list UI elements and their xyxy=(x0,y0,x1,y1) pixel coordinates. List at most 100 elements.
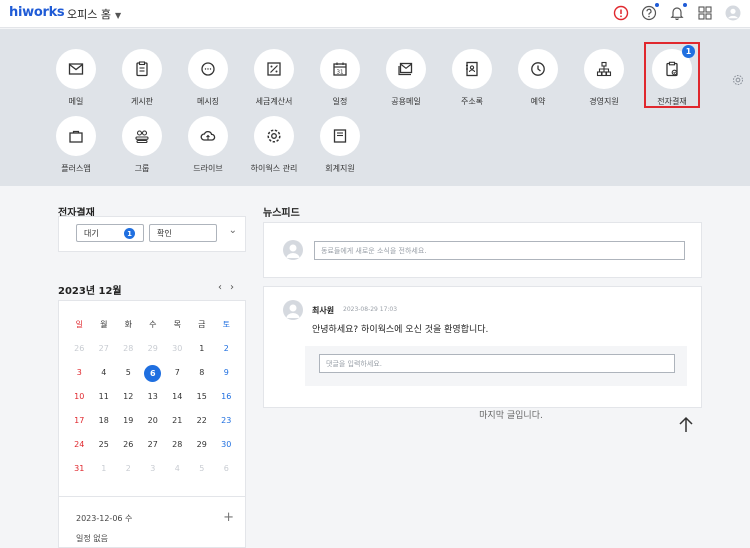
calendar-day[interactable]: 29 xyxy=(190,437,215,453)
confirm-button[interactable]: 확인 xyxy=(149,224,217,242)
calendar-day-number: 17 xyxy=(74,416,85,425)
calendar-day[interactable]: 4 xyxy=(92,365,117,381)
calendar-day[interactable]: 25 xyxy=(92,437,117,453)
bell-icon[interactable] xyxy=(668,3,687,22)
comment-area: 댓글을 입력하세요. xyxy=(305,346,687,386)
weekday-sat: 토 xyxy=(222,320,230,329)
calendar-day[interactable]: 18 xyxy=(92,413,117,429)
user-icon[interactable] xyxy=(724,4,742,22)
address-book-icon xyxy=(452,49,492,89)
calendar-day[interactable]: 9 xyxy=(214,365,239,381)
calendar-day[interactable]: 24 xyxy=(67,437,92,453)
calendar-day-number: 2 xyxy=(125,464,131,473)
chevron-down-icon[interactable]: ⌄ xyxy=(229,225,237,236)
hiworks-logo[interactable]: hiworks xyxy=(9,5,65,20)
settings-gear-icon[interactable] xyxy=(732,74,744,86)
calendar-day[interactable]: 27 xyxy=(92,341,117,357)
calendar-day[interactable]: 27 xyxy=(141,437,166,453)
calendar-day[interactable]: 6 xyxy=(214,461,239,477)
app-plus-app[interactable]: 플러스앱 xyxy=(43,116,109,174)
post-text: 안녕하세요? 하이웍스에 오신 것을 환영합니다. xyxy=(312,325,489,335)
calendar-day[interactable]: 7 xyxy=(165,365,190,381)
app-address-book[interactable]: 주소록 xyxy=(439,49,505,107)
calendar-day[interactable]: 30 xyxy=(165,341,190,357)
app-shared-mail[interactable]: 공용메일 xyxy=(373,49,439,107)
no-schedule-text: 일정 없음 xyxy=(76,534,108,543)
calendar-day-number: 4 xyxy=(101,368,107,377)
calendar-day[interactable]: 30 xyxy=(214,437,239,453)
app-messaging[interactable]: 메시징 xyxy=(175,49,241,107)
prev-month-icon[interactable]: ‹ xyxy=(218,282,230,293)
calendar-day[interactable]: 17 xyxy=(67,413,92,429)
calendar-week-row: 3 4 5 6 7 8 9 xyxy=(67,365,239,382)
calendar-day[interactable]: 3 xyxy=(67,365,92,381)
calendar-day-number: 27 xyxy=(98,344,109,353)
calendar-day[interactable]: 3 xyxy=(141,461,166,477)
calendar-day[interactable]: 13 xyxy=(141,389,166,405)
app-management-support[interactable]: 경영지원 xyxy=(571,49,637,107)
calendar-day-number: 2 xyxy=(223,344,229,353)
add-schedule-icon[interactable]: + xyxy=(223,510,234,525)
calendar-week-row: 31 1 2 3 4 5 6 xyxy=(67,461,239,477)
app-label: 그룹 xyxy=(134,164,150,173)
calendar-day[interactable]: 6 xyxy=(141,365,166,382)
calendar-day[interactable]: 2 xyxy=(214,341,239,357)
comment-input[interactable]: 댓글을 입력하세요. xyxy=(319,354,675,373)
app-accounting-support[interactable]: 회계지원 xyxy=(307,116,373,174)
calendar-day[interactable]: 21 xyxy=(165,413,190,429)
app-drive[interactable]: 드라이브 xyxy=(175,116,241,174)
calendar-day[interactable]: 31 xyxy=(67,461,92,477)
calendar-day-number: 28 xyxy=(123,344,134,353)
group-icon xyxy=(122,116,162,156)
app-label: 세금계산서 xyxy=(255,97,293,106)
cloud-icon xyxy=(188,116,228,156)
app-reservation[interactable]: 예약 xyxy=(505,49,571,107)
calendar-day[interactable]: 23 xyxy=(214,413,239,429)
pending-count-badge: 1 xyxy=(124,228,135,239)
calendar-day[interactable]: 10 xyxy=(67,389,92,405)
post-author[interactable]: 최사원 xyxy=(312,305,334,316)
calendar-day[interactable]: 16 xyxy=(214,389,239,405)
calendar-day[interactable]: 1 xyxy=(190,341,215,357)
app-group[interactable]: 그룹 xyxy=(109,116,175,174)
app-schedule[interactable]: 31 일정 xyxy=(307,49,373,107)
next-month-icon[interactable]: › xyxy=(230,282,242,293)
app-board[interactable]: 게시판 xyxy=(109,49,175,107)
calendar-day-number: 9 xyxy=(223,368,229,377)
alert-icon[interactable] xyxy=(612,4,630,22)
app-label: 주소록 xyxy=(460,97,484,106)
calendar-day-number: 20 xyxy=(147,416,158,425)
calendar-day[interactable]: 8 xyxy=(190,365,215,381)
calendar-day[interactable]: 2 xyxy=(116,461,141,477)
app-tax-invoice[interactable]: 세금계산서 xyxy=(241,49,307,107)
avatar xyxy=(283,240,303,260)
calendar-day[interactable]: 11 xyxy=(92,389,117,405)
calendar-day-number: 1 xyxy=(101,464,107,473)
calendar-day[interactable]: 26 xyxy=(116,437,141,453)
calendar-day[interactable]: 19 xyxy=(116,413,141,429)
calendar-day[interactable]: 20 xyxy=(141,413,166,429)
calendar-day[interactable]: 28 xyxy=(116,341,141,357)
calendar-day[interactable]: 22 xyxy=(190,413,215,429)
compose-input[interactable]: 동료들에게 새로운 소식을 전하세요. xyxy=(314,241,685,260)
calendar-day[interactable]: 26 xyxy=(67,341,92,357)
calendar-day[interactable]: 5 xyxy=(190,461,215,477)
grid-icon[interactable] xyxy=(696,4,714,22)
calendar-day[interactable]: 5 xyxy=(116,365,141,381)
scroll-top-arrow-icon[interactable] xyxy=(675,414,697,436)
calendar-day[interactable]: 15 xyxy=(190,389,215,405)
calendar-day[interactable]: 4 xyxy=(165,461,190,477)
pending-button[interactable]: 대기 1 xyxy=(76,224,144,242)
calendar-day[interactable]: 1 xyxy=(92,461,117,477)
calendar-day[interactable]: 14 xyxy=(165,389,190,405)
calendar-day-number: 5 xyxy=(125,368,131,377)
calendar-day[interactable]: 28 xyxy=(165,437,190,453)
app-hiworks-admin[interactable]: 하이웍스 관리 xyxy=(241,116,307,174)
help-icon[interactable] xyxy=(640,3,659,22)
calendar-day-number: 10 xyxy=(74,392,85,401)
calendar-day[interactable]: 29 xyxy=(141,341,166,357)
calendar-month-title: 2023년 12월 xyxy=(58,286,122,297)
calendar-day[interactable]: 12 xyxy=(116,389,141,405)
office-home-dropdown[interactable]: 오피스 홈 ▼ xyxy=(67,6,121,22)
app-mail[interactable]: 메일 xyxy=(43,49,109,107)
